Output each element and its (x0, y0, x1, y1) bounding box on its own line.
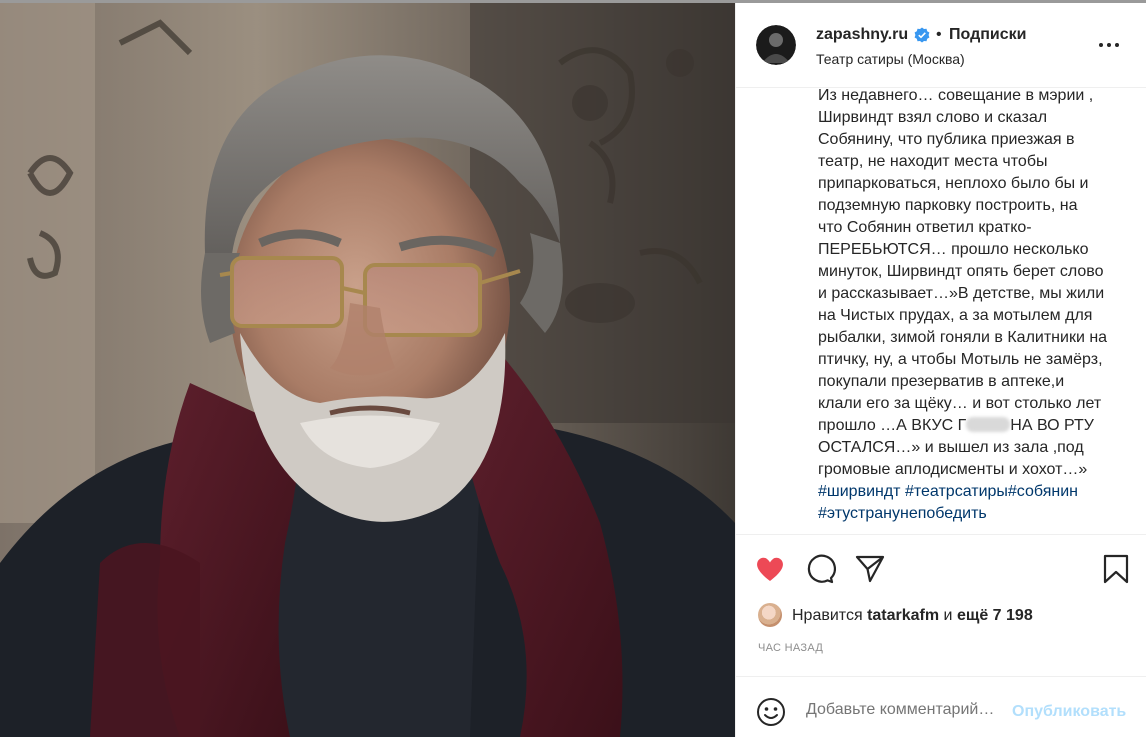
heart-filled-icon[interactable] (754, 553, 786, 585)
comment-input[interactable] (806, 701, 1006, 719)
header-separator: • (936, 26, 942, 43)
hashtag-link[interactable]: #этустранунепобедить (818, 505, 987, 522)
caption-line: Ширвиндт взял слово и сказал (818, 109, 1048, 126)
caption-text: прошло …А ВКУС Г (818, 417, 967, 434)
hashtag-link[interactable]: #театрсатиры (905, 483, 1008, 500)
post-header: zapashny.ru • Подписки Театр сатиры (Мос… (736, 3, 1146, 88)
post-photo[interactable] (0, 3, 735, 737)
caption-line: подземную парковку построить, на (818, 197, 1078, 214)
verified-badge-icon (914, 27, 930, 43)
caption-line: на Чистых прудах, а за мотылем для (818, 307, 1093, 324)
hashtags-line: #ширвиндт #театрсатиры#собянин (818, 481, 1118, 503)
post-actions-bar (736, 534, 1146, 598)
hashtag-link[interactable]: #ширвиндт (818, 483, 901, 500)
caption-line: Собянину, что публика приезжая в (818, 131, 1075, 148)
likes-count[interactable]: ещё 7 198 (957, 607, 1033, 624)
post-caption: Из недавнего… совещание в мэрии , Ширвин… (818, 85, 1118, 525)
caption-line: покупали презерватив в аптеке,и (818, 373, 1065, 390)
caption-line: что Собянин ответил кратко- (818, 219, 1032, 236)
avatar[interactable] (756, 25, 796, 65)
more-options-icon[interactable] (1094, 33, 1124, 57)
likes-text: Нравится tatarkafm и ещё 7 198 (792, 607, 1033, 625)
caption-line: рыбалки, зимой гоняли в Калитники на (818, 329, 1108, 346)
caption-line: и рассказывает…»В детстве, мы жили (818, 285, 1105, 302)
caption-line: клали его за щёку… и вот столько лет (818, 395, 1102, 412)
liker-username[interactable]: tatarkafm (867, 607, 939, 624)
post-username[interactable]: zapashny.ru (816, 26, 908, 44)
paper-plane-icon[interactable] (854, 553, 886, 585)
caption-line: ОСТАЛСЯ…» и вышел из зала ,под (818, 439, 1084, 456)
comment-bar: Опубликовать (736, 676, 1146, 737)
post-details-panel: zapashny.ru • Подписки Театр сатиры (Мос… (735, 3, 1146, 737)
caption-line: громовые аплодисменты и хохот…» (818, 461, 1088, 478)
post-location[interactable]: Театр сатиры (Москва) (816, 51, 965, 67)
caption-line: Из недавнего… совещание в мэрии , (818, 87, 1094, 104)
caption-line-censored: прошло …А ВКУС Г НА ВО РТУ (818, 415, 1118, 437)
hashtags-line: #этустранунепобедить (818, 503, 1118, 525)
post-timestamp[interactable]: ЧАС НАЗАД (758, 642, 823, 654)
likes-prefix: Нравится (792, 607, 863, 624)
caption-line: ПЕРЕБЬЮТСЯ… прошло несколько (818, 241, 1089, 258)
caption-line: театр, не находит места чтобы (818, 153, 1048, 170)
bookmark-icon[interactable] (1100, 553, 1132, 585)
comment-icon[interactable] (804, 553, 836, 585)
following-button[interactable]: Подписки (949, 26, 1026, 44)
caption-line: припарковаться, неплохо было бы и (818, 175, 1089, 192)
censored-blur (966, 417, 1011, 432)
caption-text: НА ВО РТУ (1010, 417, 1094, 434)
liker-avatar[interactable] (758, 603, 782, 627)
caption-line: птичку, ну, а чтобы Мотыль не замёрз, (818, 351, 1103, 368)
caption-line: минуток, Ширвиндт опять берет слово (818, 263, 1104, 280)
hashtag-link[interactable]: #собянин (1008, 483, 1078, 500)
emoji-icon[interactable] (756, 697, 786, 727)
publish-button[interactable]: Опубликовать (1012, 703, 1126, 721)
likes-middle: и (943, 607, 953, 624)
